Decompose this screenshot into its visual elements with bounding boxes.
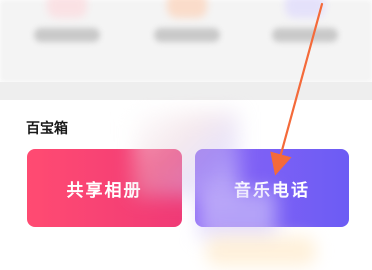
section-title: 百宝箱 bbox=[26, 121, 68, 137]
blurred-app-icon bbox=[285, 0, 325, 18]
blurred-menu-item-3[interactable] bbox=[272, 0, 338, 68]
blurred-bottom-element bbox=[206, 236, 316, 266]
blurred-menu-item-2[interactable] bbox=[154, 0, 220, 68]
blurred-menu-label bbox=[272, 28, 338, 42]
blurred-menu-label bbox=[34, 28, 100, 42]
blurred-region bbox=[134, 112, 238, 196]
blurred-region bbox=[198, 190, 276, 238]
blurred-app-icon bbox=[167, 0, 207, 18]
shared-album-label: 共享相册 bbox=[66, 180, 143, 201]
blurred-menu-label bbox=[154, 28, 220, 42]
blurred-menu-item-1[interactable] bbox=[34, 0, 100, 68]
section-divider bbox=[0, 82, 372, 100]
blurred-app-icon bbox=[47, 0, 87, 18]
